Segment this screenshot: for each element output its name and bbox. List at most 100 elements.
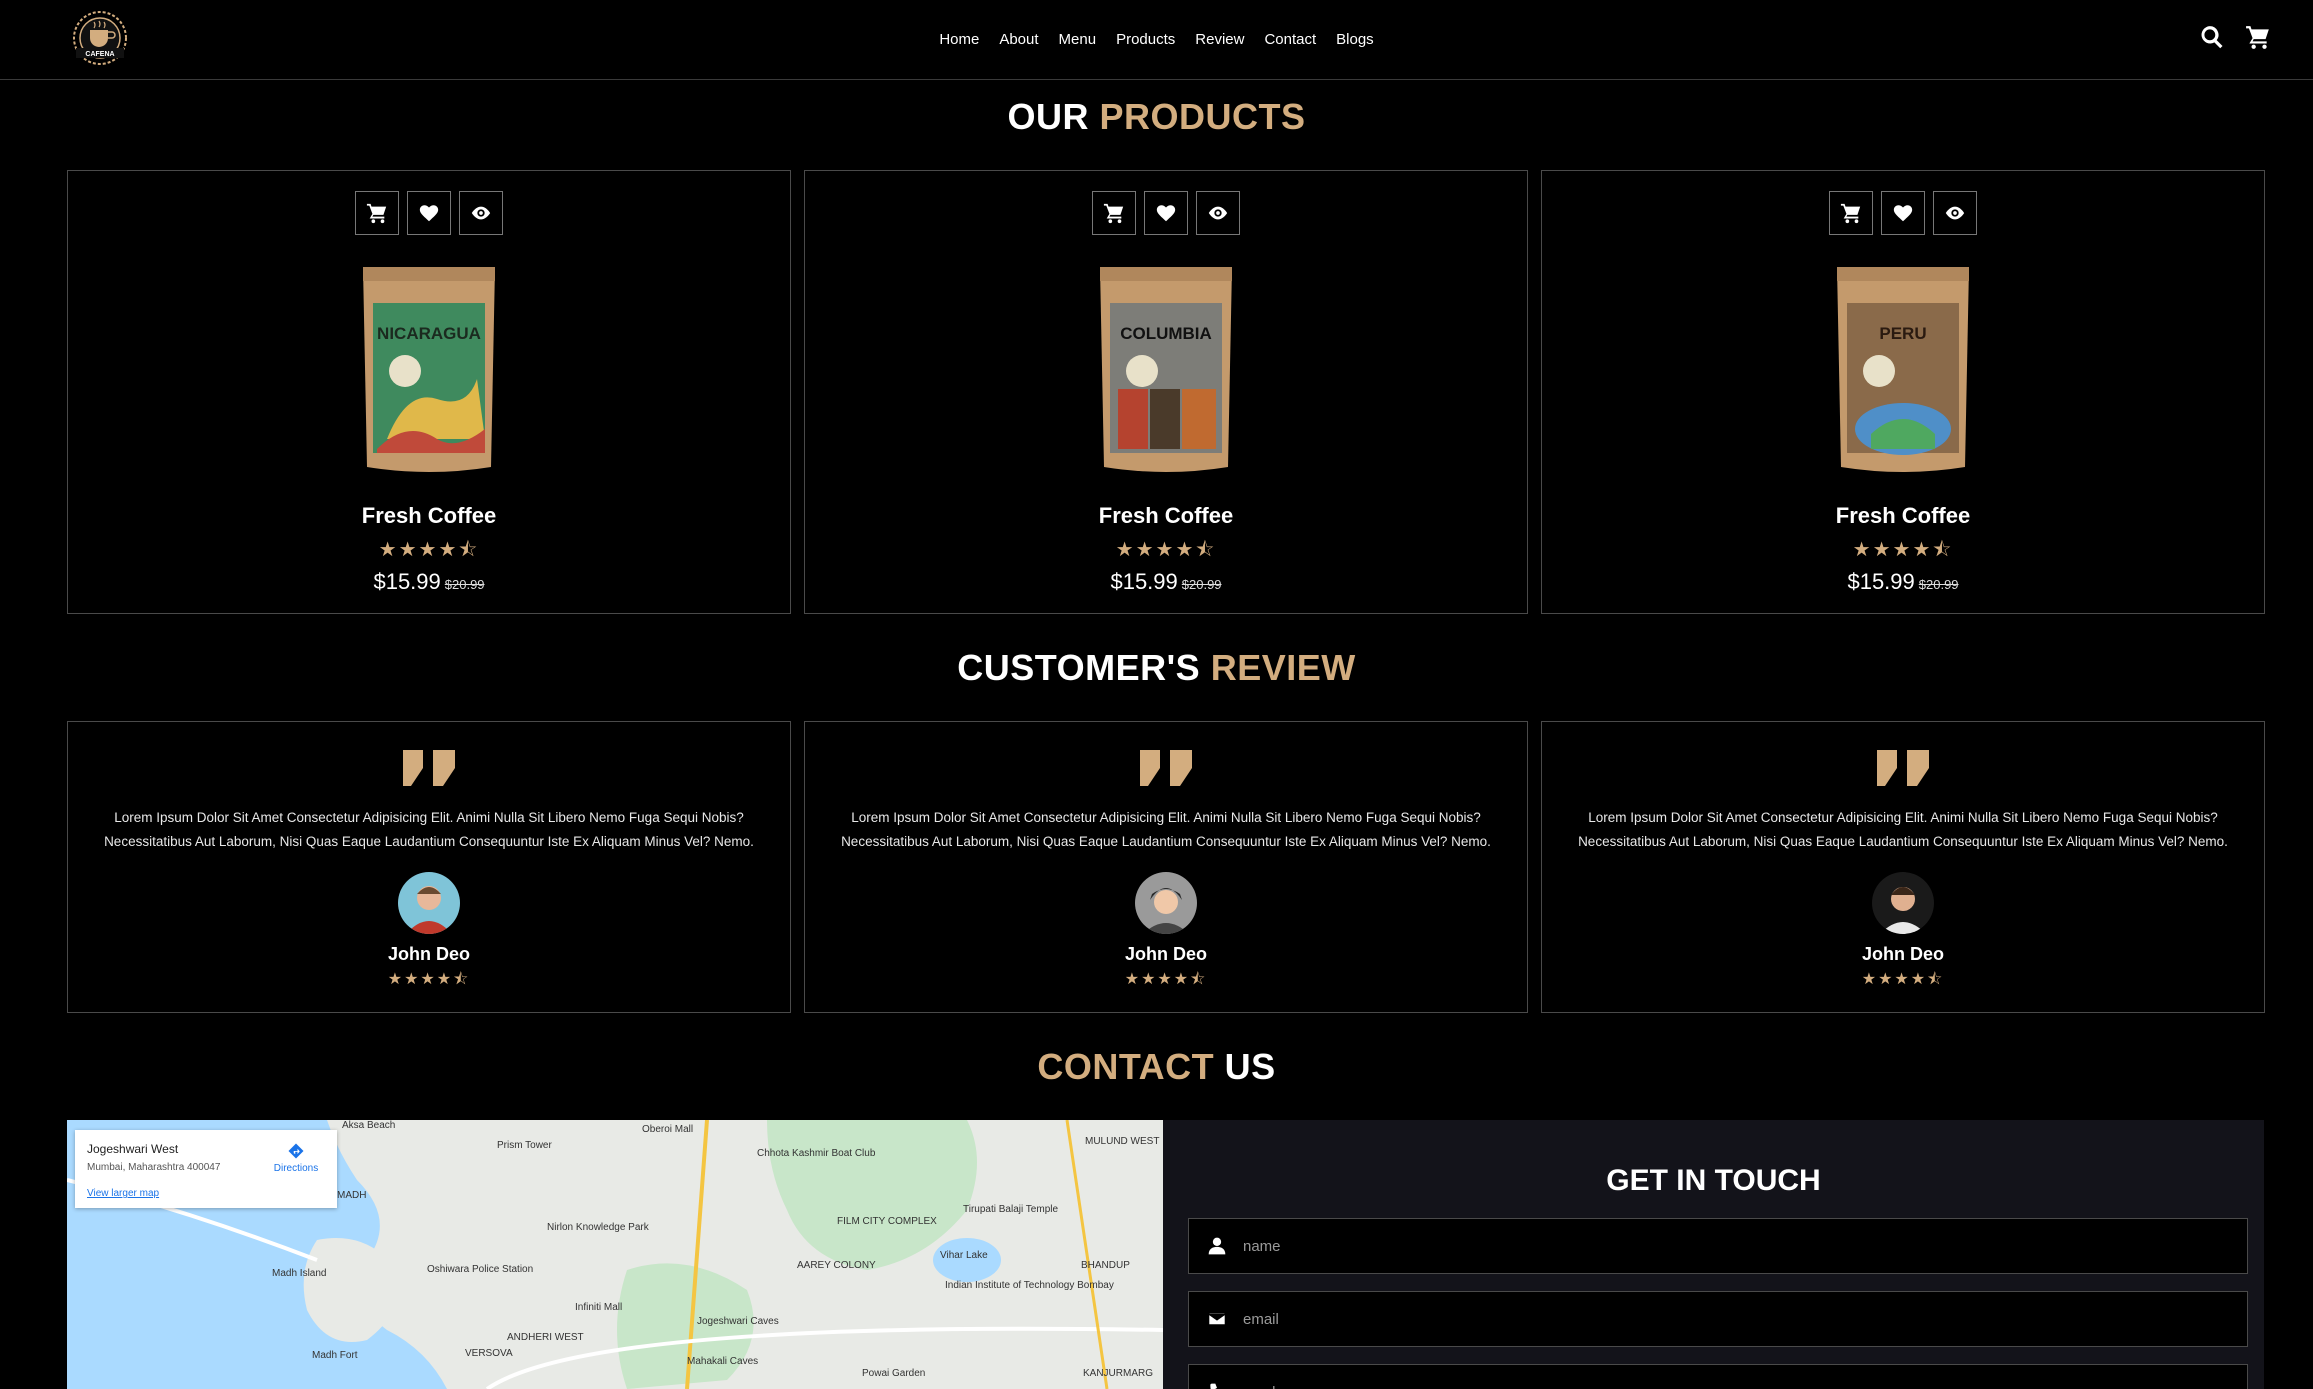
nav-menu[interactable]: Menu	[1059, 31, 1097, 48]
review-heading-main: CUSTOMER'S	[957, 647, 1201, 688]
directions-icon	[288, 1143, 304, 1159]
add-to-cart-button[interactable]	[1829, 191, 1873, 235]
product-name: Fresh Coffee	[1835, 503, 1971, 528]
product-price: $15.99 $20.99	[805, 569, 1527, 595]
current-price: $15.99	[1110, 569, 1178, 594]
envelope-icon	[1208, 1312, 1226, 1326]
map-label: Powai Garden	[862, 1368, 926, 1379]
eye-icon	[1208, 206, 1228, 220]
map-label: Oberoi Mall	[642, 1124, 694, 1135]
contact-heading-main: US	[1224, 1046, 1276, 1087]
review-heading: CUSTOMER'S REVIEW	[0, 647, 2313, 689]
products-heading-accent: PRODUCTS	[1099, 96, 1306, 137]
product-name: Fresh Coffee	[1098, 503, 1234, 528]
product-actions	[1542, 191, 2264, 235]
get-in-touch-title: GET IN TOUCH	[1606, 1164, 1821, 1197]
number-input[interactable]	[1243, 1383, 2143, 1389]
map-label: Oshiwara Police Station	[427, 1264, 534, 1275]
search-icon[interactable]	[2199, 24, 2225, 50]
map-label: Indian Institute of Technology Bombay	[945, 1280, 1114, 1291]
contact-heading: CONTACT US	[0, 1046, 2313, 1088]
map-label: Infiniti Mall	[575, 1302, 623, 1313]
map-label: Jogeshwari Caves	[697, 1316, 779, 1327]
name-field	[1188, 1218, 2248, 1274]
map-label: Mahakali Caves	[687, 1356, 759, 1367]
bag-label: NICARAGUA	[377, 324, 481, 343]
review-heading-accent: REVIEW	[1210, 647, 1356, 688]
wishlist-button[interactable]	[407, 191, 451, 235]
contact-form-panel: GET IN TOUCH	[1163, 1120, 2264, 1389]
quick-view-button[interactable]	[459, 191, 503, 235]
bag-label: PERU	[1879, 324, 1926, 343]
review-card: Lorem Ipsum Dolor Sit Amet Consectetur A…	[1541, 721, 2265, 1013]
cart-icon[interactable]	[2245, 24, 2271, 50]
map-label: Madh Fort	[312, 1350, 358, 1361]
heart-icon	[1156, 205, 1176, 222]
heart-icon	[419, 205, 439, 222]
avatar	[398, 872, 460, 934]
old-price: $20.99	[444, 577, 485, 592]
review-text: Lorem Ipsum Dolor Sit Amet Consectetur A…	[841, 810, 1491, 849]
product-name: Fresh Coffee	[361, 503, 497, 528]
main-nav: Home About Menu Products Review Contact …	[0, 0, 2313, 78]
directions-label: Directions	[273, 1163, 319, 1174]
quick-view-button[interactable]	[1933, 191, 1977, 235]
map-label: AAREY COLONY	[797, 1260, 876, 1271]
map-label: MADH	[337, 1190, 367, 1201]
nav-products[interactable]: Products	[1116, 31, 1175, 48]
wishlist-button[interactable]	[1144, 191, 1188, 235]
product-card: COLUMBIA Fresh Coffee ★★★★⯪ $15.99 $20.99	[804, 170, 1528, 614]
star-rating: ★★★★⯪	[378, 539, 480, 561]
nav-contact[interactable]: Contact	[1264, 31, 1316, 48]
cart-icon	[1840, 203, 1861, 224]
site-header: CAFENA Home About Menu Products Review C…	[0, 0, 2313, 80]
old-price: $20.99	[1181, 577, 1222, 592]
wishlist-button[interactable]	[1881, 191, 1925, 235]
nav-blogs[interactable]: Blogs	[1336, 31, 1374, 48]
view-larger-map-link[interactable]: View larger map	[87, 1188, 159, 1199]
product-card: PERU Fresh Coffee ★★★★⯪ $15.99 $20.99	[1541, 170, 2265, 614]
coffee-bag-image: PERU	[1837, 267, 1969, 472]
map-label: KANJURMARG	[1083, 1368, 1154, 1379]
map-label: Vihar Lake	[940, 1250, 988, 1261]
directions-button[interactable]: Directions	[271, 1142, 321, 1174]
map-label: Tirupati Balaji Temple	[963, 1204, 1059, 1215]
map-label: Prism Tower	[497, 1140, 552, 1151]
review-text: Lorem Ipsum Dolor Sit Amet Consectetur A…	[1578, 810, 2228, 849]
review-card: Lorem Ipsum Dolor Sit Amet Consectetur A…	[67, 721, 791, 1013]
map-label: Chhota Kashmir Boat Club	[757, 1148, 876, 1159]
map-label: ANDHERI WEST	[507, 1332, 584, 1343]
product-actions	[68, 191, 790, 235]
email-input[interactable]	[1243, 1310, 2143, 1328]
eye-icon	[1945, 206, 1965, 220]
star-rating: ★★★★⯪	[387, 971, 471, 988]
map-label: Madh Island	[272, 1268, 327, 1279]
nav-home[interactable]: Home	[939, 31, 979, 48]
reviewer-name: John Deo	[1861, 944, 1944, 964]
quote-icon	[1140, 750, 1192, 786]
quick-view-button[interactable]	[1196, 191, 1240, 235]
add-to-cart-button[interactable]	[1092, 191, 1136, 235]
map-label: Aksa Beach	[342, 1120, 396, 1131]
map-info-card: Jogeshwari West Mumbai, Maharashtra 4000…	[75, 1130, 337, 1208]
nav-about[interactable]: About	[999, 31, 1038, 48]
review-card: Lorem Ipsum Dolor Sit Amet Consectetur A…	[804, 721, 1528, 1013]
embedded-map[interactable]: Aksa Beach Oberoi Mall Prism Tower Chhot…	[67, 1120, 1163, 1389]
name-input[interactable]	[1243, 1237, 2143, 1255]
map-label: Nirlon Knowledge Park	[547, 1222, 649, 1233]
cart-icon	[1103, 203, 1124, 224]
review-text: Lorem Ipsum Dolor Sit Amet Consectetur A…	[104, 810, 754, 849]
bag-label: COLUMBIA	[1120, 324, 1212, 343]
add-to-cart-button[interactable]	[355, 191, 399, 235]
reviewer-name: John Deo	[1124, 944, 1207, 964]
phone-icon	[1210, 1383, 1217, 1389]
map-label: MULUND WEST	[1085, 1136, 1160, 1147]
map-label: BHANDUP	[1081, 1260, 1130, 1271]
current-price: $15.99	[1847, 569, 1915, 594]
product-price: $15.99 $20.99	[1542, 569, 2264, 595]
nav-review[interactable]: Review	[1195, 31, 1244, 48]
product-card: NICARAGUA Fresh Coffee ★★★★⯪ $15.99 $20.9…	[67, 170, 791, 614]
email-field	[1188, 1291, 2248, 1347]
old-price: $20.99	[1918, 577, 1959, 592]
header-icons	[2199, 24, 2271, 50]
